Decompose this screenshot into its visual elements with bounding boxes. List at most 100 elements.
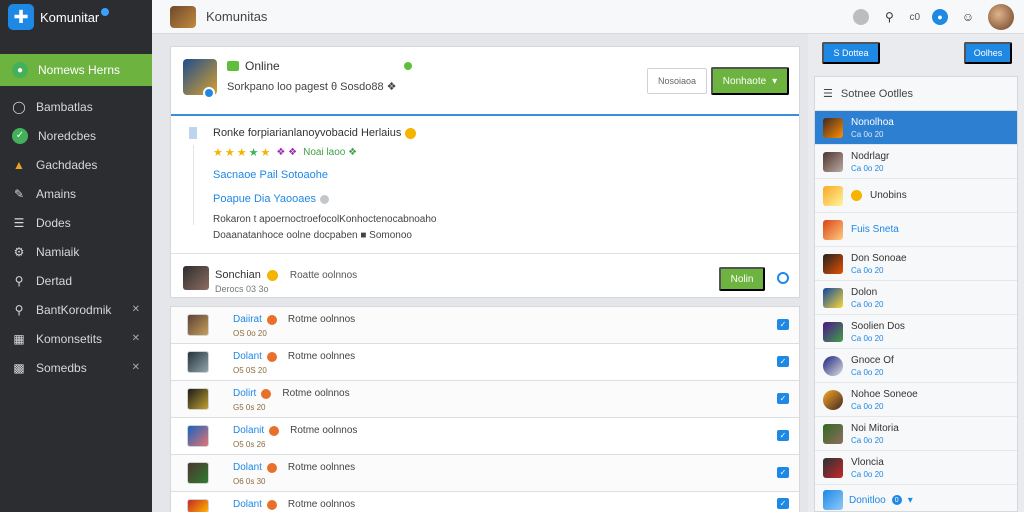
refresh-icon[interactable] (777, 272, 789, 284)
post-link-1[interactable]: Sacnaoe Pail Sotoaohe (213, 169, 328, 181)
list-item[interactable]: Daiirat Rotme oolnnos OS 0o 20 ✓ (171, 307, 799, 344)
member-sub: Ca 0o 20 (851, 469, 884, 479)
chevron-down-icon: ▾ (907, 494, 913, 506)
list-item-sub: O5 0S 20 (233, 366, 267, 375)
reply-name: Sonchian Roatte oolnnos (215, 269, 357, 281)
member-name: Nonolhoa (851, 116, 894, 128)
topbar-actions: ⚲ c0 ● ☺ (853, 4, 1014, 30)
sidebar-item-5[interactable]: ☰ Dodes (0, 208, 152, 237)
member-item[interactable]: Dolon Ca 0o 20 (815, 281, 1017, 315)
post-link-2[interactable]: Poapue Dia Yaooaes (213, 193, 329, 205)
topbar-counter: c0 (909, 11, 920, 23)
sidebar-item-6[interactable]: ⚙ Namiaik (0, 237, 152, 266)
chat-icon[interactable]: ☺ (960, 9, 976, 25)
status-text: Online (245, 59, 280, 73)
star-icon: ★ (260, 147, 271, 159)
member-item[interactable]: Nodrlagr Ca 0o 20 (815, 145, 1017, 179)
sidebar-item-label: BantKorodmik (36, 302, 112, 317)
sidebar-item-1[interactable]: ◯ Bambatlas (0, 92, 152, 121)
sidebar-item-label: Nomews Herns (38, 63, 121, 77)
reply-row: Sonchian Roatte oolnnos Derocs 03 3o Nol… (171, 253, 799, 299)
list-item[interactable]: Dolanit Rotme oolnnos O5 0s 26 ✓ (171, 418, 799, 455)
avatar (823, 253, 843, 274)
sidebar-item-10[interactable]: ▩ Somedbs ✕ (0, 353, 152, 382)
member-name: Fuis Sneta (851, 224, 899, 235)
status-line: Online (227, 59, 412, 73)
member-item[interactable]: Nohoe Soneoe Ca 0o 20 (815, 383, 1017, 417)
member-item[interactable]: Vloncia Ca 0o 20 (815, 451, 1017, 485)
sidebar-item-9[interactable]: ▦ Komonsetits ✕ (0, 324, 152, 353)
checkbox-icon[interactable]: ✓ (777, 467, 789, 478)
list-item[interactable]: Dolirt Rotme oolnnos G5 0s 20 ✓ (171, 381, 799, 418)
close-icon[interactable]: ✕ (132, 362, 140, 373)
member-item[interactable]: Don Sonoae Ca 0o 20 (815, 247, 1017, 281)
close-icon[interactable]: ✕ (132, 333, 140, 344)
sidebar-item-label: Bambatlas (36, 99, 93, 114)
member-sub: Ca 0o 20 (851, 129, 884, 139)
list-item[interactable]: Dolant Rotme oolnnos ✓ (171, 492, 799, 512)
member-sub: Ca 0o 20 (851, 299, 884, 309)
primary-button-label: Nonhaote (722, 75, 767, 87)
member-name: Gnoce Of (851, 354, 894, 366)
member-item[interactable]: Unobins (815, 179, 1017, 213)
primary-button[interactable]: Nonhaote ▾ (711, 67, 789, 95)
member-text: Gnoce Of Ca 0o 20 (851, 355, 894, 377)
brand-logo-icon: ✚ (8, 4, 34, 30)
member-sub: Ca 0o 20 (851, 367, 884, 377)
sidebar-item-3[interactable]: ▲ Gachdades (0, 150, 152, 179)
sidebar-item-2[interactable]: ✓ Noredcbes (0, 121, 152, 150)
secondary-button[interactable]: Nosoiaoa (647, 68, 707, 94)
list-item[interactable]: Dolant Rotme oolnnes O6 0s 30 ✓ (171, 455, 799, 492)
member-item[interactable]: Fuis Sneta (815, 213, 1017, 247)
checkbox-icon[interactable]: ✓ (777, 498, 789, 509)
avatar (187, 425, 209, 447)
checkbox-icon[interactable]: ✓ (777, 430, 789, 441)
user-avatar[interactable] (988, 4, 1014, 30)
info-icon (319, 194, 329, 204)
checkbox-icon[interactable]: ✓ (777, 393, 789, 404)
member-name: Noi Mitoria (851, 422, 899, 434)
checkbox-icon[interactable]: ✓ (777, 356, 789, 367)
member-item[interactable]: Nonolhoa Ca 0o 20 (815, 111, 1017, 145)
list-item-sub: OS 0o 20 (233, 329, 267, 338)
right-panel-left-button[interactable]: S Dottea (822, 42, 880, 64)
sidebar-item-0[interactable]: ● Nomews Herns (0, 54, 152, 86)
members-footer[interactable]: Donitloo 0 ▾ (815, 485, 1017, 512)
member-item[interactable]: Soolien Dos Ca 0o 20 (815, 315, 1017, 349)
brand[interactable]: ✚ Komunitar (0, 0, 152, 34)
star-icon: ★ (224, 147, 235, 159)
list-item-status: Rotme oolnnos (290, 425, 358, 436)
sidebar-item-4[interactable]: ✎ Amains (0, 179, 152, 208)
post-subline: Sorkpano loo pagest θ Sosdo88 ❖ (227, 81, 397, 93)
member-text: Vloncia Ca 0o 20 (851, 457, 884, 479)
member-item[interactable]: Gnoce Of Ca 0o 20 (815, 349, 1017, 383)
member-name: Vloncia (851, 456, 884, 468)
list-item[interactable]: Dolant Rotme oolnnes O5 0S 20 ✓ (171, 344, 799, 381)
close-icon[interactable]: ✕ (132, 304, 140, 315)
list-item-status: Rotme oolnnos (287, 499, 356, 510)
avatar (823, 287, 843, 308)
member-sub: Ca 0o 20 (851, 265, 884, 275)
rating: ★ ★ ★ ★ ★ ❖ ❖ Noai laoo ❖ (213, 146, 357, 159)
pin-icon: ⚲ (14, 273, 24, 288)
sidebar-item-label: Dertad (36, 273, 73, 288)
info-icon[interactable] (853, 9, 870, 25)
thread-line (193, 145, 194, 225)
sidebar-item-7[interactable]: ⚲ Dertad (0, 266, 152, 295)
search-icon[interactable]: ⚲ (881, 9, 897, 25)
post-description-1: Rokaron t apoernoctroefocolKonhoctenocab… (213, 214, 437, 225)
avatar (823, 389, 843, 410)
reply-button[interactable]: Nolin (719, 267, 765, 291)
community-avatar (170, 5, 196, 28)
checkbox-icon[interactable]: ✓ (777, 319, 789, 330)
list-item-name: Daiirat Rotme oolnnos (233, 314, 355, 325)
sidebar-item-8[interactable]: ⚲ BantKorodmik ✕ (0, 295, 152, 324)
chevron-down-icon: ▾ (772, 75, 778, 87)
member-item[interactable]: Noi Mitoria Ca 0o 20 (815, 417, 1017, 451)
feed-list: Daiirat Rotme oolnnos OS 0o 20 ✓ Dolant … (170, 306, 800, 512)
member-sub: Ca 0o 20 (851, 163, 884, 173)
right-panel-right-button[interactable]: Oolhes (964, 42, 1012, 64)
post-title-text: Ronke forpiarianlanoyvobacid Herlaius (213, 127, 402, 139)
globe-icon: ● (12, 62, 28, 78)
notification-icon[interactable]: ● (932, 9, 948, 25)
